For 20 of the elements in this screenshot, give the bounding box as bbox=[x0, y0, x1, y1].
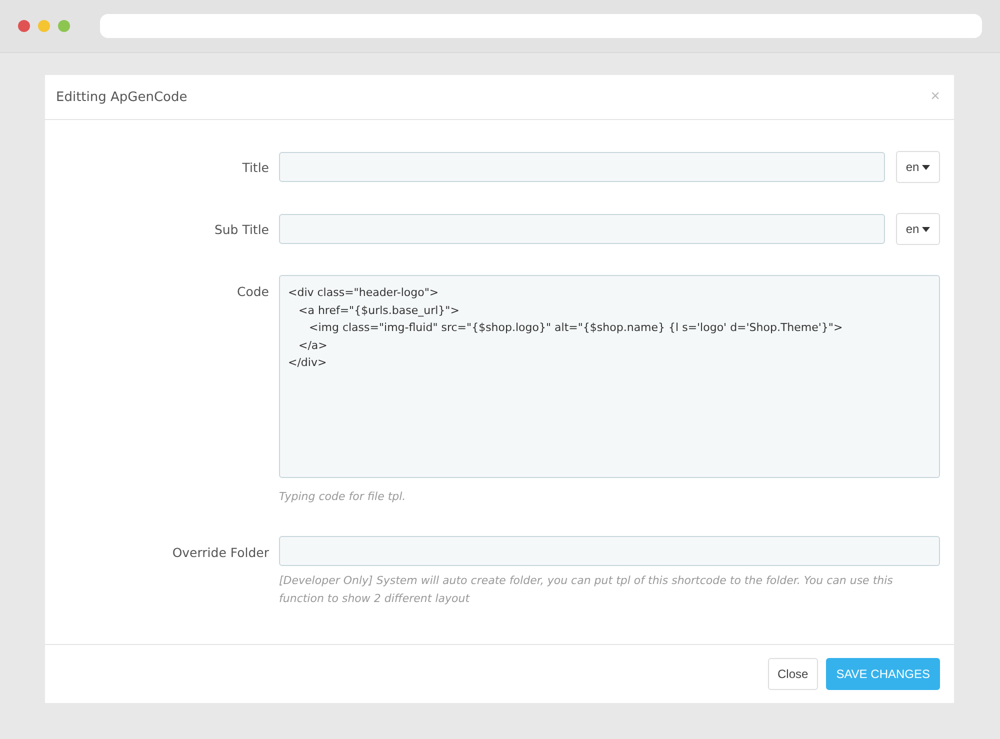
close-window-dot[interactable] bbox=[18, 20, 30, 32]
minimize-window-dot[interactable] bbox=[38, 20, 50, 32]
caret-icon bbox=[922, 226, 930, 232]
field-label: Title bbox=[241, 159, 269, 177]
field-label: Sub Title bbox=[213, 221, 269, 239]
text-input[interactable] bbox=[279, 536, 940, 566]
code-textarea[interactable]: <div class="header-logo"> <a href="{$urls.base_url}"> <img class="img-fluid" src="{$shop.logo}" alt="{$shop.name} {l s='logo' d='Shop.Theme'}"> </a> </div> bbox=[279, 275, 940, 478]
field-label: Code bbox=[236, 283, 269, 301]
field-label: Override Folder bbox=[171, 544, 269, 562]
modal-title: Editting ApGenCode bbox=[56, 90, 188, 104]
help-text: Typing code for file tpl. bbox=[279, 489, 407, 505]
maximize-window-dot[interactable] bbox=[58, 20, 70, 32]
help-text: [Developer Only] System will auto create folder, you can put tpl of this shortcode to the folder. You can use this function to show 2 different layout bbox=[279, 573, 894, 607]
text-input[interactable] bbox=[279, 152, 885, 182]
close-button[interactable]: Close bbox=[768, 658, 818, 690]
text-input[interactable] bbox=[279, 214, 885, 244]
language-dropdown[interactable]: en bbox=[896, 151, 940, 183]
address-bar[interactable] bbox=[100, 14, 982, 38]
caret-icon bbox=[922, 164, 930, 170]
language-dropdown[interactable]: en bbox=[896, 213, 940, 245]
